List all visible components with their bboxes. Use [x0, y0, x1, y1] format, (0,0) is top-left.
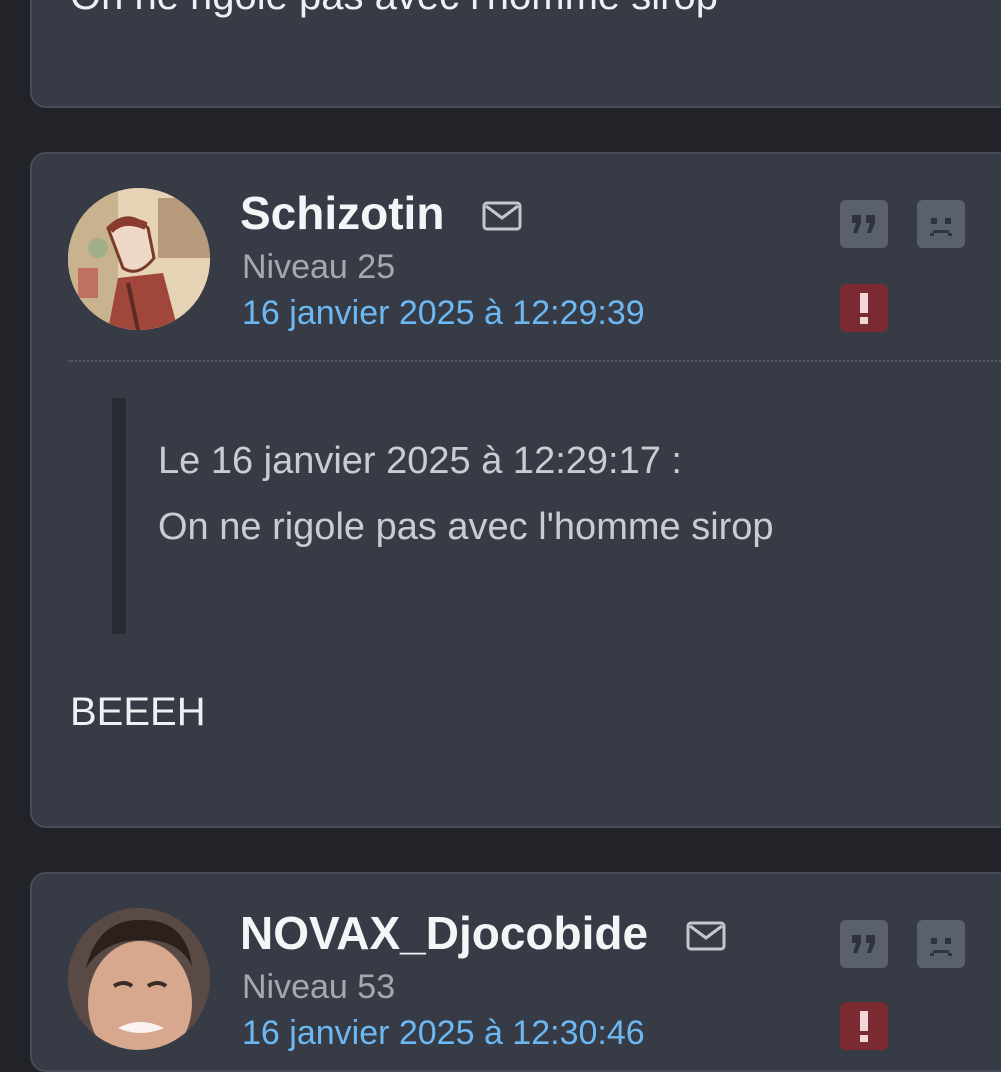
quote-text: On ne rigole pas avec l'homme sirop	[158, 506, 774, 548]
username[interactable]: Schizotin	[240, 186, 444, 240]
quote-icon	[852, 215, 875, 233]
exclamation-icon	[860, 293, 868, 324]
post-header-divider	[68, 360, 1001, 362]
sad-reaction-button[interactable]	[917, 200, 965, 248]
avatar-image	[68, 188, 210, 330]
quote-icon	[852, 935, 875, 953]
avatar-image	[68, 908, 210, 1050]
forum-post: On ne rigole pas avec l'homme sirop	[30, 0, 1001, 108]
report-button[interactable]	[840, 1002, 888, 1050]
sad-reaction-button[interactable]	[917, 920, 965, 968]
quote-bar	[112, 398, 126, 634]
forum-post: Schizotin Niveau 25 16 janvier 2025 à 12…	[30, 152, 1001, 828]
mail-icon[interactable]	[686, 921, 726, 951]
user-level: Niveau 25	[242, 248, 396, 286]
forum-post: NOVAX_Djocobide Niveau 53 16 janvier 202…	[30, 872, 1001, 1072]
quote-meta: Le 16 janvier 2025 à 12:29:17 :	[158, 440, 682, 482]
post-body: BEEEH	[70, 690, 206, 734]
avatar[interactable]	[68, 908, 210, 1050]
avatar[interactable]	[68, 188, 210, 330]
post-body: On ne rigole pas avec l'homme sirop	[70, 0, 718, 19]
report-button[interactable]	[840, 284, 888, 332]
exclamation-icon	[860, 1011, 868, 1042]
quote-button[interactable]	[840, 920, 888, 968]
sad-face-icon	[930, 218, 952, 236]
post-date-link[interactable]: 16 janvier 2025 à 12:29:39	[242, 294, 645, 333]
sad-face-icon	[930, 938, 952, 956]
mail-icon[interactable]	[482, 201, 522, 231]
user-level: Niveau 53	[242, 968, 396, 1006]
post-date-link[interactable]: 16 janvier 2025 à 12:30:46	[242, 1014, 645, 1053]
username[interactable]: NOVAX_Djocobide	[240, 906, 648, 960]
quote-button[interactable]	[840, 200, 888, 248]
